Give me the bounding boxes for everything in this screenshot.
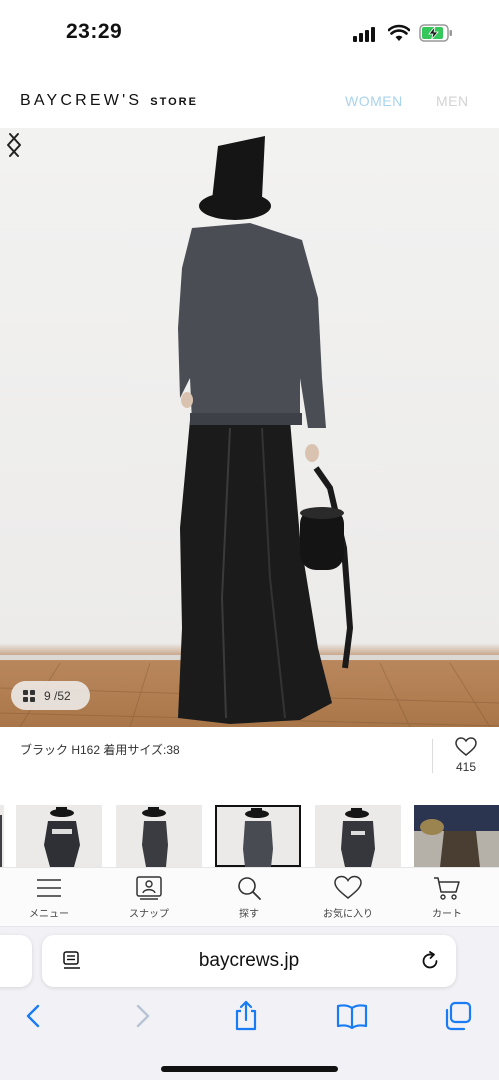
nav-cart-button[interactable]: カート — [402, 875, 492, 920]
nav-snap-button[interactable]: スナップ — [104, 875, 194, 920]
favorite-count: 415 — [455, 760, 477, 774]
wifi-icon — [388, 24, 410, 41]
product-image-gallery[interactable]: 9 /52 — [0, 128, 499, 727]
site-header: BAYCREW'S STORE WOMEN MEN — [0, 70, 499, 128]
image-counter-text: 9 /52 — [44, 688, 71, 703]
reload-icon[interactable] — [418, 949, 442, 973]
image-counter-badge[interactable]: 9 /52 — [11, 681, 90, 710]
favorite-button[interactable]: 415 — [444, 737, 488, 774]
thumbnail[interactable] — [315, 805, 401, 867]
next-image-arrow-icon[interactable] — [0, 128, 28, 162]
status-time: 23:29 — [66, 20, 123, 43]
nav-search-button[interactable]: 探す — [204, 875, 294, 920]
store-logo[interactable]: BAYCREW'S STORE — [20, 92, 198, 110]
thumbnail[interactable] — [116, 805, 202, 867]
nav-label: スナップ — [129, 909, 169, 920]
nav-women-link[interactable]: WOMEN — [345, 93, 403, 109]
divider — [432, 739, 433, 773]
address-bar[interactable]: baycrews.jp — [42, 935, 456, 987]
status-bar: 23:29 — [0, 0, 499, 70]
image-caption: ブラック H162 着用サイズ:38 — [20, 743, 180, 757]
nav-label: 探す — [239, 909, 259, 920]
forward-icon[interactable] — [125, 999, 159, 1033]
model-photo — [0, 136, 499, 727]
tabs-icon[interactable] — [441, 999, 475, 1033]
cellular-signal-icon — [353, 26, 379, 42]
thumbnail[interactable] — [414, 805, 499, 867]
thumbnail-selected[interactable] — [215, 805, 301, 867]
nav-men-link[interactable]: MEN — [436, 93, 469, 109]
battery-charging-icon — [419, 24, 452, 42]
thumbnail[interactable] — [16, 805, 102, 867]
bookmarks-icon[interactable] — [335, 999, 369, 1033]
search-icon — [238, 877, 261, 900]
back-icon[interactable] — [17, 999, 51, 1033]
logo-text: BAYCREW'S — [20, 92, 143, 109]
nav-label: カート — [432, 909, 462, 920]
snap-icon — [136, 876, 162, 900]
heart-icon — [455, 737, 477, 756]
nav-label: メニュー — [29, 909, 69, 920]
image-caption-row: ブラック H162 着用サイズ:38 415 — [0, 727, 499, 793]
grid-icon — [23, 689, 35, 702]
menu-icon — [37, 879, 61, 897]
previous-tab-card[interactable] — [0, 935, 32, 987]
nav-favorites-button[interactable]: お気に入り — [303, 875, 393, 920]
nav-label: お気に入り — [323, 909, 373, 920]
logo-store-text: STORE — [150, 96, 198, 108]
heart-icon — [334, 875, 362, 899]
cart-icon — [434, 877, 460, 900]
thumbnail[interactable] — [0, 805, 4, 867]
thumbnail-strip[interactable] — [0, 805, 499, 867]
site-bottom-nav: メニュー スナップ 探す お気に入り カート — [0, 867, 499, 927]
url-text[interactable]: baycrews.jp — [42, 950, 456, 972]
share-icon[interactable] — [229, 999, 263, 1033]
browser-chrome: baycrews.jp — [0, 927, 499, 1080]
home-indicator — [161, 1066, 338, 1072]
nav-menu-button[interactable]: メニュー — [4, 875, 94, 920]
